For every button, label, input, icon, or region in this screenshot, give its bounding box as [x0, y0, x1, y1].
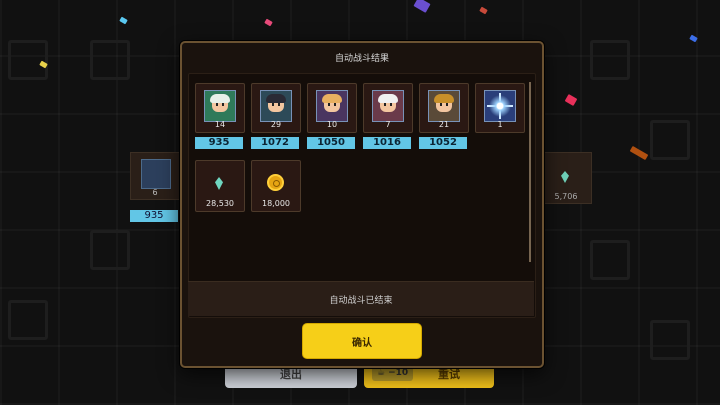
scrollbar[interactable] — [529, 82, 531, 262]
reward-slot-sparkle-item[interactable]: 1 — [475, 83, 525, 133]
orange-hair-hero-portrait — [316, 90, 348, 122]
reward-count: 29 — [270, 120, 282, 129]
warrior-hero-portrait — [428, 90, 460, 122]
hero-hair — [378, 94, 398, 103]
scrollbar-thumb[interactable] — [529, 82, 531, 262]
coffee-icon: ☕ — [377, 368, 386, 378]
reward-count: 21 — [438, 120, 450, 129]
reward-slot-dark-hair-hero[interactable]: 29 — [251, 83, 301, 133]
dark-hair-hero-portrait — [260, 90, 292, 122]
hero-power-badge: 935 — [130, 210, 178, 222]
bg-glyph — [590, 40, 630, 80]
reward-slot-orange-hair-hero[interactable]: 10 — [307, 83, 357, 133]
reward-slot-warrior-hero[interactable]: 21 — [419, 83, 469, 133]
green-hair-hero-portrait — [204, 90, 236, 122]
modal-title: 自动战斗结果 — [334, 54, 389, 64]
reward-slot-gold-coin[interactable]: 18,000 — [251, 160, 301, 212]
hero-eyes — [328, 103, 336, 106]
hero-hair — [322, 94, 342, 103]
bg-glyph — [90, 230, 130, 270]
hero-eyes — [272, 103, 280, 106]
bg-glyph — [90, 40, 130, 80]
reward-count: 7 — [385, 120, 391, 129]
reward-count: 14 — [214, 120, 226, 129]
coin-center — [273, 180, 280, 187]
power-badge: 1052 — [419, 137, 467, 149]
hero-eyes — [384, 103, 392, 106]
reward-slot-white-hair-hero[interactable]: 7 — [363, 83, 413, 133]
gem-icon — [561, 171, 569, 183]
gold-coin-icon — [267, 174, 284, 191]
auto-battle-finished-text: 自动战斗已结束 — [329, 296, 393, 306]
confirm-label: 确认 — [352, 337, 372, 349]
gem-total: 5,706 — [554, 192, 578, 201]
background-gem-card: 5,706 — [540, 152, 592, 204]
reward-count: 18,000 — [262, 199, 290, 208]
reward-count: 28,530 — [206, 199, 234, 208]
quit-label: 退出 — [280, 368, 302, 381]
confirm-button[interactable]: 确认 — [302, 323, 422, 359]
hero-hair — [266, 94, 286, 103]
gem-icon — [215, 177, 223, 190]
power-badge: 1050 — [307, 137, 355, 149]
sparkle-icon — [489, 95, 511, 117]
retry-label: 重试 — [438, 368, 460, 381]
bg-glyph — [590, 240, 630, 280]
power-badge: 935 — [195, 137, 243, 149]
hero-helmet — [434, 94, 454, 103]
white-hair-hero-portrait — [372, 90, 404, 122]
power-badge: 1016 — [363, 137, 411, 149]
auto-battle-result-modal: 自动战斗结果 14 935 29 1072 10 1050 7 1016 21 … — [180, 41, 544, 368]
reward-count: 10 — [326, 120, 338, 129]
background-hero-card: 6 — [130, 152, 180, 200]
reward-slot-gem[interactable]: 28,530 — [195, 160, 245, 212]
hero-eyes — [216, 103, 224, 106]
bg-glyph — [650, 320, 690, 360]
bg-glyph — [650, 120, 690, 160]
sparkle-item-art — [484, 90, 516, 122]
hero-eyes — [440, 103, 448, 106]
hero-count: 6 — [152, 188, 158, 197]
status-bar: 自动战斗已结束 — [188, 281, 534, 316]
hero-portrait — [141, 159, 171, 189]
bg-glyph — [8, 300, 48, 340]
retry-cost-value: −10 — [388, 368, 409, 378]
power-badge: 1072 — [251, 137, 299, 149]
hero-hair — [210, 94, 230, 103]
reward-slot-green-hair-hero[interactable]: 14 — [195, 83, 245, 133]
reward-count: 1 — [497, 120, 503, 129]
